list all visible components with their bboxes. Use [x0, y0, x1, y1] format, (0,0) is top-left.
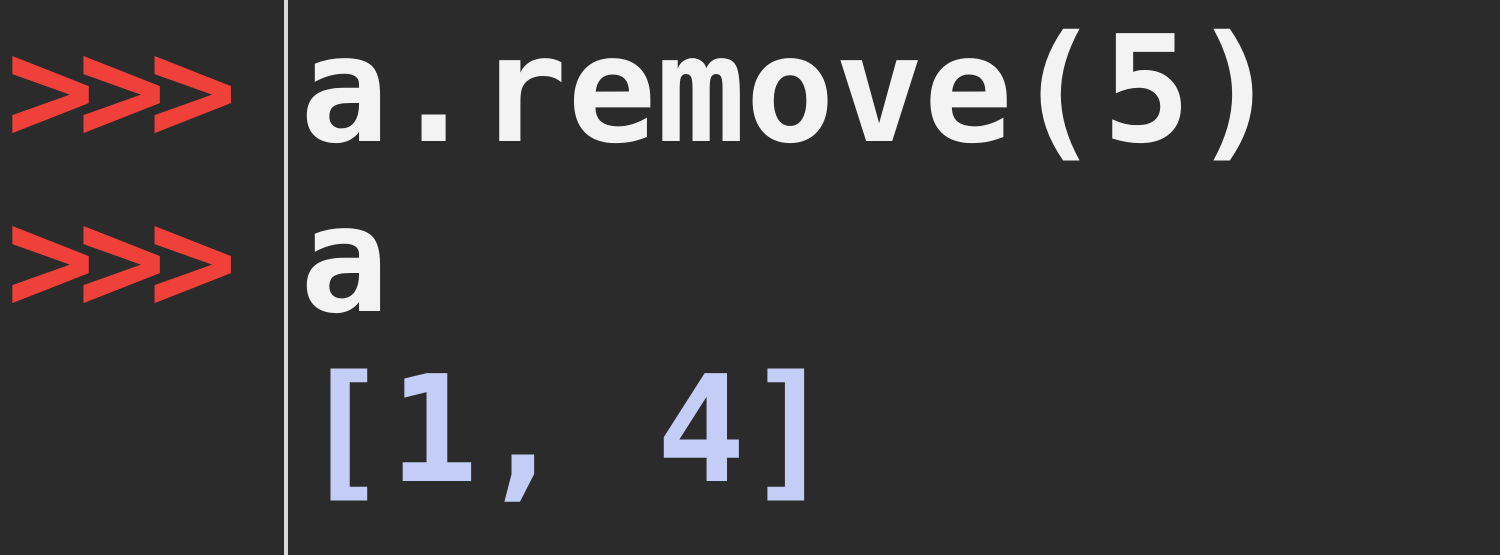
console-output-area[interactable]: a.remove(5) a [1, 4] [300, 0, 1490, 555]
prompt-marker: >>> [6, 174, 237, 346]
gutter-divider [284, 0, 288, 555]
input-line[interactable]: a.remove(5) [300, 15, 1280, 165]
prompt-marker: >>> [6, 4, 237, 176]
output-line: [1, 4] [300, 344, 835, 516]
input-line[interactable]: a [300, 185, 389, 335]
prompt-gutter: >>> >>> [0, 0, 284, 555]
python-console[interactable]: >>> >>> a.remove(5) a [1, 4] [0, 0, 1500, 555]
